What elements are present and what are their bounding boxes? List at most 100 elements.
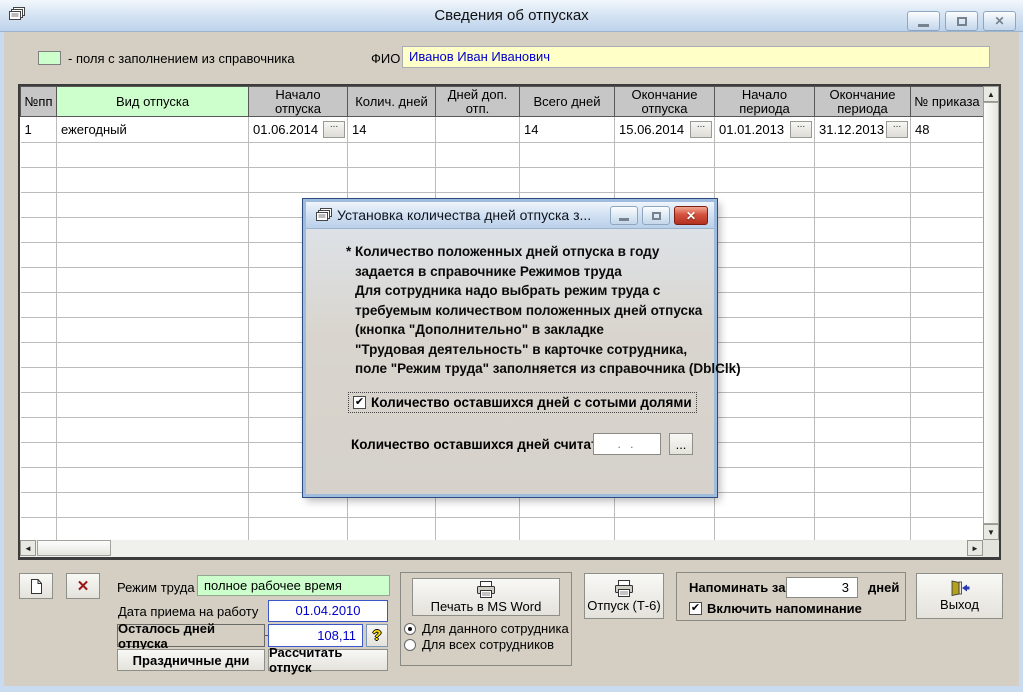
period-end-picker-button[interactable]: ... bbox=[886, 121, 908, 138]
col-extra-days[interactable]: Дней доп. отп. bbox=[436, 87, 520, 117]
scroll-up-icon[interactable]: ▲ bbox=[983, 86, 999, 102]
col-order-num[interactable]: № приказа bbox=[911, 87, 984, 117]
table-row bbox=[21, 168, 984, 193]
print-t6-button[interactable]: Отпуск (Т-6) bbox=[584, 573, 664, 619]
table-row bbox=[21, 518, 984, 543]
radio-current-employee-label: Для данного сотрудника bbox=[422, 621, 569, 636]
radio-all-employees[interactable]: Для всех сотрудников bbox=[404, 637, 554, 652]
table-row bbox=[21, 143, 984, 168]
note-line: * Количество положенных дней отпуска в г… bbox=[346, 242, 741, 262]
horizontal-scroll-thumb[interactable] bbox=[37, 540, 111, 556]
window-frame bbox=[0, 686, 1023, 692]
minimize-icon bbox=[918, 24, 929, 27]
dialog-cardfile-icon bbox=[314, 207, 333, 229]
scroll-right-icon[interactable]: ► bbox=[967, 540, 983, 556]
holidays-button[interactable]: Праздничные дни bbox=[117, 649, 265, 671]
minimize-button[interactable] bbox=[907, 11, 940, 31]
radio-unselected-icon bbox=[404, 639, 416, 651]
dialog-titlebar: Установка количества дней отпуска з... ✕ bbox=[306, 202, 714, 229]
table-row[interactable]: 1 ежегодный 01.06.2014... 14 14 15.06.20… bbox=[21, 117, 984, 143]
radio-selected-icon bbox=[404, 623, 416, 635]
enable-reminder-label: Включить напоминание bbox=[707, 601, 862, 616]
work-mode-label: Режим труда bbox=[117, 580, 195, 595]
work-mode-field[interactable]: полное рабочее время bbox=[197, 575, 390, 596]
delete-record-button[interactable]: ✕ bbox=[66, 573, 100, 599]
note-line: "Трудовая деятельность" в карточке сотру… bbox=[355, 340, 741, 360]
scroll-down-icon[interactable]: ▼ bbox=[983, 524, 999, 540]
enable-reminder-row[interactable]: ✔ Включить напоминание bbox=[689, 601, 862, 616]
window-titlebar: Сведения об отпусках ✕ bbox=[0, 0, 1023, 32]
cell-end: 15.06.2014... bbox=[615, 117, 715, 143]
exit-label: Выход bbox=[940, 597, 979, 612]
vacation-days-settings-dialog: Установка количества дней отпуска з... ✕… bbox=[303, 199, 717, 497]
count-from-date-picker-button[interactable]: ... bbox=[669, 433, 693, 455]
col-days[interactable]: Колич. дней bbox=[348, 87, 436, 117]
count-from-date-input[interactable]: . . bbox=[593, 433, 661, 455]
window-frame bbox=[0, 32, 4, 692]
col-start[interactable]: Начало отпуска bbox=[249, 87, 348, 117]
col-num[interactable]: №пп bbox=[21, 87, 57, 117]
printer-icon bbox=[613, 580, 635, 597]
remind-days-input[interactable]: 3 bbox=[786, 577, 858, 598]
close-icon: ✕ bbox=[686, 209, 696, 223]
scroll-left-icon[interactable]: ◄ bbox=[20, 540, 36, 556]
hundredths-checkbox-row[interactable]: ✔ Количество оставшихся дней с сотыми до… bbox=[348, 392, 697, 413]
period-start-value: 01.01.2013 bbox=[719, 122, 784, 137]
close-icon: ✕ bbox=[994, 14, 1004, 28]
vertical-scroll-thumb[interactable] bbox=[983, 102, 999, 524]
cell-period-start: 01.01.2013... bbox=[715, 117, 815, 143]
period-start-picker-button[interactable]: ... bbox=[790, 121, 812, 138]
hundredths-checkbox[interactable]: ✔ bbox=[353, 396, 366, 409]
start-date-picker-button[interactable]: ... bbox=[323, 121, 345, 138]
days-left-help-button[interactable]: ? bbox=[366, 624, 388, 647]
dialog-close-button[interactable]: ✕ bbox=[674, 206, 708, 225]
minimize-icon bbox=[619, 218, 629, 221]
start-date-value: 01.06.2014 bbox=[253, 122, 318, 137]
window-title: Сведения об отпусках bbox=[0, 7, 1023, 24]
dialog-minimize-button[interactable] bbox=[610, 206, 638, 225]
new-record-button[interactable] bbox=[19, 573, 53, 599]
dialog-title: Установка количества дней отпуска з... bbox=[337, 207, 591, 223]
note-line: поле "Режим труда" заполняется из справо… bbox=[355, 359, 741, 379]
remind-units-label: дней bbox=[868, 580, 899, 595]
print-word-label: Печать в MS Word bbox=[431, 599, 542, 614]
col-total-days[interactable]: Всего дней bbox=[520, 87, 615, 117]
exit-button[interactable]: Выход bbox=[916, 573, 1003, 619]
cell-num: 1 bbox=[21, 117, 57, 143]
maximize-icon bbox=[957, 17, 967, 26]
col-end[interactable]: Окончание отпуска bbox=[615, 87, 715, 117]
col-period-start[interactable]: Начало периода bbox=[715, 87, 815, 117]
enable-reminder-checkbox[interactable]: ✔ bbox=[689, 602, 702, 615]
horizontal-scrollbar[interactable]: ◄ ► bbox=[20, 540, 983, 557]
col-period-end[interactable]: Окончание периода bbox=[815, 87, 911, 117]
maximize-icon bbox=[652, 212, 661, 220]
cell-order-num: 48 bbox=[911, 117, 984, 143]
note-line: требуемым количеством положенных дней от… bbox=[355, 301, 741, 321]
fio-field[interactable]: Иванов Иван Иванович bbox=[402, 46, 990, 68]
printer-icon bbox=[475, 581, 497, 598]
new-document-icon bbox=[29, 578, 43, 595]
hire-date-label: Дата приема на работу bbox=[118, 604, 258, 619]
delete-icon: ✕ bbox=[77, 577, 90, 595]
print-t6-label: Отпуск (Т-6) bbox=[587, 598, 660, 613]
end-date-picker-button[interactable]: ... bbox=[690, 121, 712, 138]
table-header-row: №пп Вид отпуска Начало отпуска Колич. дн… bbox=[21, 87, 984, 117]
dialog-maximize-button[interactable] bbox=[642, 206, 670, 225]
col-vacation-type[interactable]: Вид отпуска bbox=[57, 87, 249, 117]
radio-current-employee[interactable]: Для данного сотрудника bbox=[404, 621, 569, 636]
vertical-scrollbar[interactable]: ▲ ▼ bbox=[983, 86, 999, 540]
hire-date-field[interactable]: 01.04.2010 bbox=[268, 600, 388, 622]
days-left-field[interactable]: 108,11 bbox=[268, 624, 363, 647]
days-left-label: Осталось дней отпуска bbox=[117, 624, 265, 647]
count-from-label: Количество оставшихся дней считать с bbox=[351, 437, 617, 452]
maximize-button[interactable] bbox=[945, 11, 978, 31]
close-button[interactable]: ✕ bbox=[983, 11, 1016, 31]
green-legend-swatch bbox=[38, 51, 61, 65]
calculate-vacation-button[interactable]: Рассчитать отпуск bbox=[268, 649, 388, 671]
scrollbar-corner bbox=[983, 540, 999, 557]
print-word-button[interactable]: Печать в MS Word bbox=[412, 578, 560, 616]
dialog-note: * Количество положенных дней отпуска в г… bbox=[346, 242, 741, 379]
window-frame bbox=[1019, 32, 1023, 692]
cell-total-days: 14 bbox=[520, 117, 615, 143]
cell-extra-days bbox=[436, 117, 520, 143]
